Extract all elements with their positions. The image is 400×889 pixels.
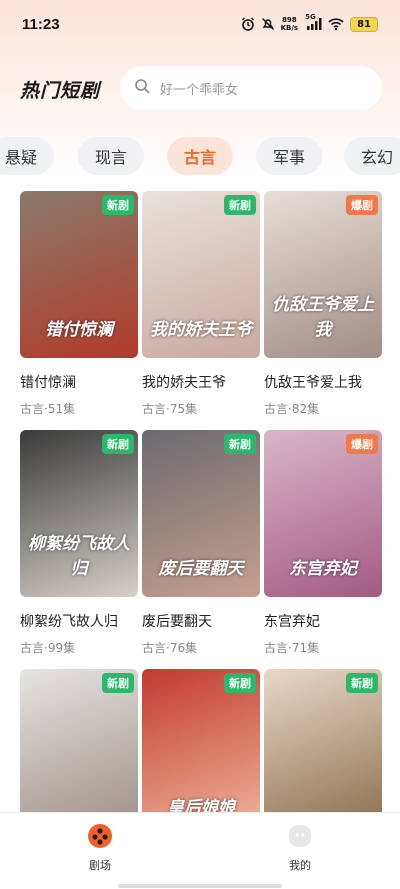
drama-genre: 古言 bbox=[20, 641, 45, 655]
status-time: 11:23 bbox=[22, 15, 60, 33]
tab-label: 军事 bbox=[272, 148, 305, 167]
drama-poster: 皇后娘娘 新剧 bbox=[142, 669, 260, 836]
header: 热门短剧 好一个乖乖女 bbox=[0, 66, 400, 112]
drama-genre: 古言 bbox=[20, 402, 45, 416]
drama-episodes: 51集 bbox=[47, 402, 76, 416]
drama-poster: 仇敌王爷爱上我 爆剧 bbox=[264, 191, 382, 358]
net-speed: 898 KB/s bbox=[281, 16, 298, 32]
drama-poster: 我的娇夫王爷 新剧 bbox=[142, 191, 260, 358]
drama-badge: 爆剧 bbox=[346, 434, 378, 454]
drama-card[interactable]: 废后要翻天 新剧 废后要翻天 古言·76集 bbox=[142, 430, 260, 656]
drama-title: 错付惊澜 bbox=[20, 375, 76, 391]
drama-genre: 古言 bbox=[264, 402, 289, 416]
drama-meta: 古言·75集 bbox=[142, 402, 198, 416]
drama-badge: 新剧 bbox=[224, 434, 256, 454]
status-bar: 11:23 898 KB/s 5G 81 bbox=[0, 0, 400, 48]
drama-episodes: 82集 bbox=[291, 402, 320, 416]
poster-title: 柳絮纷飞故人归 bbox=[28, 534, 130, 579]
tab-fantasy[interactable]: 玄幻 bbox=[344, 137, 400, 175]
tab-modern-romance[interactable]: 现言 bbox=[78, 137, 144, 175]
poster-title: 仇敌王爷爱上我 bbox=[272, 295, 374, 340]
net-speed-value: 898 bbox=[282, 16, 297, 24]
bottom-nav: 剧场 我的 bbox=[0, 812, 400, 889]
drama-genre: 古言 bbox=[264, 641, 289, 655]
drama-meta: 古言·51集 bbox=[20, 402, 76, 416]
drama-badge: 新剧 bbox=[102, 434, 134, 454]
drama-episodes: 76集 bbox=[169, 641, 198, 655]
drama-genre: 古言 bbox=[142, 402, 167, 416]
drama-poster: 废后要翻天 新剧 bbox=[142, 430, 260, 597]
net-speed-unit: KB/s bbox=[280, 24, 299, 32]
page-title: 热门短剧 bbox=[20, 80, 101, 102]
wifi-icon bbox=[328, 17, 344, 31]
search-input[interactable]: 好一个乖乖女 bbox=[120, 66, 382, 110]
status-icons: 898 KB/s 5G 81 bbox=[241, 13, 378, 32]
drama-episodes: 99集 bbox=[47, 641, 76, 655]
profile-icon bbox=[287, 823, 313, 853]
drama-card[interactable]: 东宫弃妃 爆剧 东宫弃妃 古言·71集 bbox=[264, 430, 382, 656]
drama-title: 废后要翻天 bbox=[142, 614, 212, 630]
drama-badge: 新剧 bbox=[224, 195, 256, 215]
alarm-icon bbox=[241, 17, 255, 31]
battery-indicator: 81 bbox=[350, 16, 378, 32]
drama-badge: 新剧 bbox=[224, 673, 256, 693]
home-indicator[interactable] bbox=[118, 884, 282, 888]
drama-poster: 东宫弃妃 爆剧 bbox=[264, 430, 382, 597]
drama-episodes: 71集 bbox=[291, 641, 320, 655]
drama-card[interactable]: 仇敌王爷爱上我 爆剧 仇敌王爷爱上我 古言·82集 bbox=[264, 191, 382, 417]
drama-card[interactable]: 新剧 bbox=[264, 669, 382, 836]
drama-meta: 古言·71集 bbox=[264, 641, 320, 655]
drama-badge: 新剧 bbox=[102, 673, 134, 693]
drama-badge: 新剧 bbox=[346, 673, 378, 693]
tab-military[interactable]: 军事 bbox=[256, 137, 322, 175]
nav-label: 剧场 bbox=[89, 859, 111, 872]
poster-title: 错付惊澜 bbox=[45, 320, 113, 340]
drama-poster: 错付惊澜 新剧 bbox=[20, 191, 138, 358]
drama-title: 我的娇夫王爷 bbox=[142, 375, 226, 391]
drama-meta: 古言·76集 bbox=[142, 641, 198, 655]
search-icon bbox=[134, 78, 150, 98]
drama-title: 仇敌王爷爱上我 bbox=[264, 375, 362, 391]
category-tabs: 悬疑 现言 古言 军事 玄幻 bbox=[0, 137, 400, 175]
tab-label: 悬疑 bbox=[4, 148, 37, 167]
signal-label: 5G bbox=[305, 13, 316, 21]
mute-icon bbox=[261, 17, 275, 31]
drama-genre: 古言 bbox=[142, 641, 167, 655]
poster-title: 废后要翻天 bbox=[158, 559, 244, 579]
drama-card[interactable]: 新剧 bbox=[20, 669, 138, 836]
drama-card[interactable]: 错付惊澜 新剧 错付惊澜 古言·51集 bbox=[20, 191, 138, 417]
drama-title: 柳絮纷飞故人归 bbox=[20, 614, 118, 630]
nav-label: 我的 bbox=[289, 859, 311, 872]
tab-label: 古言 bbox=[183, 148, 216, 167]
tab-label: 现言 bbox=[94, 148, 127, 167]
drama-episodes: 75集 bbox=[169, 402, 198, 416]
nav-profile[interactable]: 我的 bbox=[270, 823, 330, 873]
drama-poster: 新剧 bbox=[264, 669, 382, 836]
drama-badge: 爆剧 bbox=[346, 195, 378, 215]
nav-theater[interactable]: 剧场 bbox=[70, 823, 130, 873]
drama-title: 东宫弃妃 bbox=[264, 614, 320, 630]
poster-title: 我的娇夫王爷 bbox=[150, 320, 252, 340]
drama-card[interactable]: 我的娇夫王爷 新剧 我的娇夫王爷 古言·75集 bbox=[142, 191, 260, 417]
drama-poster: 柳絮纷飞故人归 新剧 bbox=[20, 430, 138, 597]
search-placeholder: 好一个乖乖女 bbox=[160, 82, 239, 98]
drama-meta: 古言·99集 bbox=[20, 641, 76, 655]
tab-ancient-romance[interactable]: 古言 bbox=[167, 137, 233, 175]
poster-title: 东宫弃妃 bbox=[289, 559, 357, 579]
signal-icon: 5G bbox=[304, 13, 322, 31]
drama-meta: 古言·82集 bbox=[264, 402, 320, 416]
drama-card[interactable]: 柳絮纷飞故人归 新剧 柳絮纷飞故人归 古言·99集 bbox=[20, 430, 138, 656]
drama-poster: 新剧 bbox=[20, 669, 138, 836]
theater-icon bbox=[87, 823, 113, 853]
drama-card[interactable]: 皇后娘娘 新剧 bbox=[142, 669, 260, 836]
tab-label: 玄幻 bbox=[360, 148, 393, 167]
drama-badge: 新剧 bbox=[102, 195, 134, 215]
tab-suspense[interactable]: 悬疑 bbox=[0, 137, 54, 175]
